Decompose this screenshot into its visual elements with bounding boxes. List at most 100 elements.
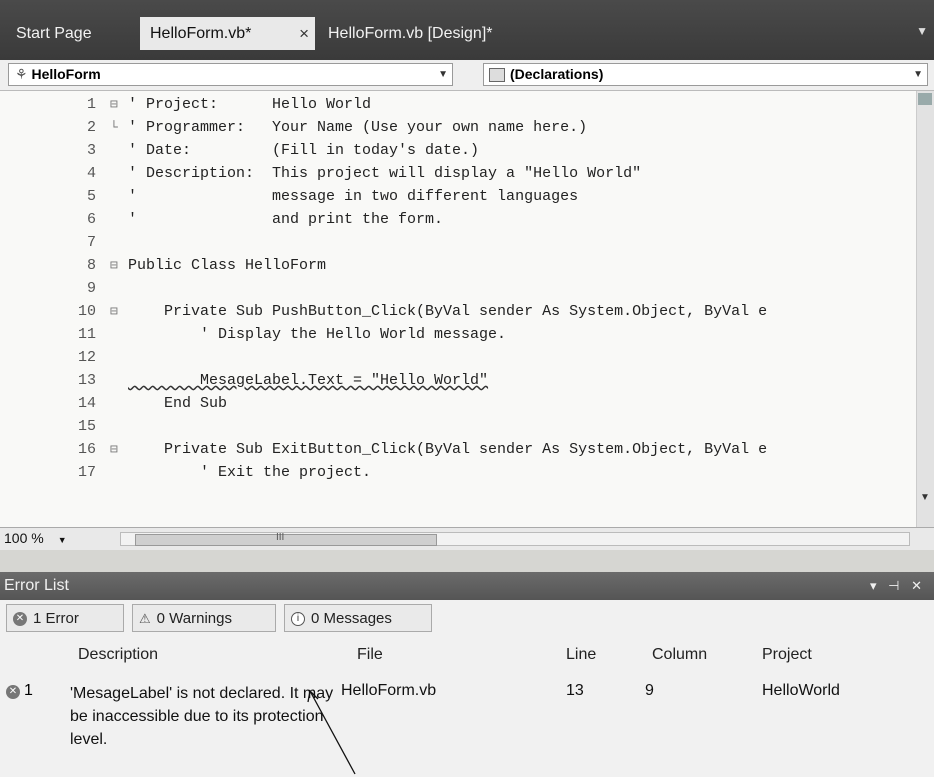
code-line: 16 ⊟ Private Sub ExitButton_Click(ByVal s…: [0, 438, 910, 461]
code-text: ' Display the Hello World message.: [128, 326, 507, 343]
tab-start-page[interactable]: Start Page: [6, 17, 136, 50]
line-number: 8: [86, 257, 96, 274]
code-text: ' Description: This project will display…: [128, 165, 642, 182]
line-number: 13: [77, 372, 96, 389]
method-name-value: (Declarations): [510, 66, 604, 82]
fold-guide: └: [110, 120, 118, 135]
code-line: 6 ' and print the form.: [0, 208, 910, 231]
line-number: 17: [77, 464, 96, 481]
line-number: 5: [86, 188, 96, 205]
column-header-description[interactable]: Description: [78, 646, 158, 664]
fold-toggle-icon[interactable]: ⊟: [110, 254, 118, 277]
method-name-dropdown[interactable]: (Declarations) ▼: [483, 63, 928, 86]
code-line: 5 ' message in two different languages: [0, 185, 910, 208]
messages-filter-button[interactable]: i 0 Messages: [284, 604, 432, 632]
column-header-file[interactable]: File: [357, 646, 383, 664]
line-number: 6: [86, 211, 96, 228]
error-icon: ✕: [13, 612, 27, 627]
code-line: 8 ⊟ Public Class HelloForm: [0, 254, 910, 277]
errors-filter-label: 1 Error: [33, 610, 79, 627]
error-line: 13: [566, 682, 584, 699]
line-number: 16: [77, 441, 96, 458]
error-list-panel: Error List ▾ ⊣ ✕ ✕ 1 Error ⚠ 0 Warnings i0…: [0, 572, 934, 777]
tab-label: HelloForm.vb*: [150, 25, 252, 42]
error-project: HelloWorld: [762, 682, 840, 699]
line-number: 2: [86, 119, 96, 136]
chevron-down-icon: ▼: [438, 69, 448, 80]
code-line: 12: [0, 346, 910, 369]
code-line: 7: [0, 231, 910, 254]
thumb-grip: III: [276, 532, 285, 543]
line-number: 1: [86, 96, 96, 113]
row-number: 1: [24, 682, 33, 699]
chevron-down-icon: ▼: [57, 535, 67, 545]
messages-filter-label: 0 Messages: [311, 610, 392, 627]
line-number: 15: [77, 418, 96, 435]
line-number: 14: [77, 395, 96, 412]
line-number: 7: [86, 234, 96, 251]
error-list-title-bar: Error List ▾ ⊣ ✕: [0, 572, 934, 600]
line-number: 11: [77, 326, 96, 343]
code-text: Public Class HelloForm: [128, 257, 327, 274]
callout-arrow: [307, 689, 356, 775]
horizontal-scrollbar[interactable]: III: [120, 532, 910, 546]
code-line: 14 End Sub: [0, 392, 910, 415]
line-number: 4: [86, 165, 96, 182]
code-text: ' Project: Hello World: [128, 96, 372, 113]
code-text: Private Sub ExitButton_Click(ByVal sende…: [128, 441, 768, 458]
error-icon: ✕: [6, 685, 20, 699]
chevron-down-icon[interactable]: ▼: [916, 24, 928, 38]
tab-helloform-design[interactable]: HelloForm.vb [Design]*: [318, 17, 528, 50]
warnings-filter-button[interactable]: ⚠ 0 Warnings: [132, 604, 276, 632]
tab-helloform-code[interactable]: HelloForm.vb* ×: [140, 17, 315, 50]
scroll-down-icon[interactable]: ▼: [920, 492, 930, 503]
code-text: End Sub: [128, 395, 228, 412]
code-text: ' Programmer: Your Name (Use your own na…: [128, 119, 588, 136]
editor-status-bar: 100 % ▼ III: [0, 527, 934, 550]
fold-toggle-icon[interactable]: ⊟: [110, 438, 118, 461]
line-number: 10: [77, 303, 96, 320]
code-line: 15: [0, 415, 910, 438]
close-icon[interactable]: ×: [299, 17, 309, 50]
column-header-line[interactable]: Line: [566, 646, 596, 664]
zoom-value: 100 %: [4, 530, 44, 546]
info-icon: i: [291, 612, 305, 627]
code-line-error: 13 MesageLabel.Text = "Hello World": [0, 369, 910, 392]
line-number: 12: [77, 349, 96, 366]
code-text-error: MesageLabel.Text = "Hello World": [128, 372, 489, 389]
column-header-project[interactable]: Project: [762, 646, 812, 664]
code-line: 2 └ ' Programmer: Your Name (Use your own …: [0, 116, 910, 139]
navigation-bar: ⚘ HelloForm ▼ (Declarations) ▼: [0, 60, 934, 91]
error-filter-bar: ✕ 1 Error ⚠ 0 Warnings i 0 Messages: [0, 602, 934, 634]
errors-filter-button[interactable]: ✕ 1 Error: [6, 604, 124, 632]
class-name-dropdown[interactable]: ⚘ HelloForm ▼: [8, 63, 453, 86]
code-line: 4 ' Description: This project will displa…: [0, 162, 910, 185]
class-icon: ⚘: [15, 66, 28, 82]
code-line: 1 ⊟ ' Project: Hello World: [0, 93, 910, 116]
code-text: ' Date: (Fill in today's date.): [128, 142, 480, 159]
declarations-icon: [489, 68, 505, 82]
code-line: 11 ' Display the Hello World message.: [0, 323, 910, 346]
code-text: Private Sub PushButton_Click(ByVal sende…: [128, 303, 768, 320]
zoom-dropdown[interactable]: 100 % ▼: [4, 530, 67, 546]
scrollbar-thumb[interactable]: III: [135, 532, 437, 546]
line-number: 9: [86, 280, 96, 297]
panel-title: Error List: [4, 577, 69, 594]
code-line: 3 ' Date: (Fill in today's date.): [0, 139, 910, 162]
code-line: 10 ⊟ Private Sub PushButton_Click(ByVal s…: [0, 300, 910, 323]
line-number: 3: [86, 142, 96, 159]
fold-toggle-icon[interactable]: ⊟: [110, 93, 118, 116]
warning-icon: ⚠: [139, 611, 151, 626]
code-line: 9: [0, 277, 910, 300]
code-line: 17 ' Exit the project.: [0, 461, 910, 484]
chevron-down-icon: ▼: [913, 69, 923, 80]
document-tab-strip: Start Page HelloForm.vb* × HelloForm.vb …: [0, 0, 934, 60]
vertical-scrollbar[interactable]: ▼: [916, 91, 934, 527]
code-text: ' and print the form.: [128, 211, 444, 228]
code-editor[interactable]: 1 ⊟ ' Project: Hello World 2 └ ' Programmer:…: [0, 91, 934, 527]
fold-toggle-icon[interactable]: ⊟: [110, 300, 118, 323]
panel-window-controls[interactable]: ▾ ⊣ ✕: [870, 572, 926, 600]
class-name-value: HelloForm: [31, 66, 101, 82]
splitter-handle[interactable]: [918, 93, 932, 105]
column-header-column[interactable]: Column: [652, 646, 707, 664]
